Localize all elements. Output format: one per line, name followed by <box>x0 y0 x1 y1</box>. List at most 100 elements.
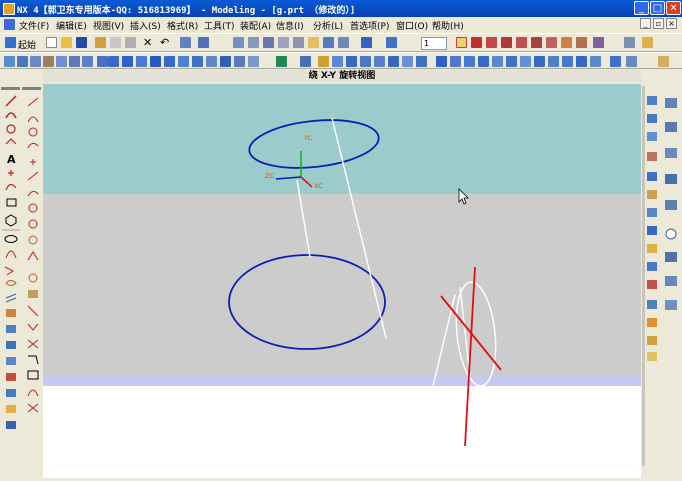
doc-restore-button[interactable]: ▫ <box>653 18 664 29</box>
undo-icon[interactable]: ↶ <box>160 36 169 49</box>
unsuppress-feature-icon[interactable] <box>576 56 587 67</box>
view-front-icon[interactable] <box>4 56 15 67</box>
quadrant-point-icon[interactable] <box>546 37 557 48</box>
end-point-icon[interactable] <box>471 37 482 48</box>
part-navigator-icon[interactable] <box>626 56 637 67</box>
point-icon[interactable] <box>8 170 14 176</box>
project-curve-icon[interactable] <box>6 325 16 333</box>
menu-info[interactable]: 信息(I) <box>276 19 304 32</box>
curve-length-icon[interactable] <box>6 421 16 429</box>
pan-icon[interactable] <box>263 37 274 48</box>
menu-window[interactable]: 窗口(O) <box>396 19 428 32</box>
sketch-project-icon[interactable] <box>28 235 38 245</box>
instance-icon[interactable] <box>436 56 447 67</box>
sketch-spline-icon[interactable] <box>27 142 39 149</box>
expression-icon[interactable] <box>610 56 621 67</box>
sketch-conic-icon[interactable] <box>27 171 39 181</box>
pocket-icon[interactable] <box>234 56 245 67</box>
datum-plane-icon[interactable] <box>276 56 287 67</box>
work-layer-select[interactable]: 1 <box>421 37 447 50</box>
wireframe-icon[interactable] <box>338 37 349 48</box>
cone-icon[interactable] <box>178 56 189 67</box>
sketch-extend-icon[interactable] <box>27 190 39 197</box>
offset-face-icon[interactable] <box>478 56 489 67</box>
menu-view[interactable]: 视图(V) <box>93 19 124 32</box>
existing-point-icon[interactable] <box>561 37 572 48</box>
surface-icon-14[interactable] <box>647 336 657 345</box>
surface-icon-11[interactable] <box>647 280 657 289</box>
view-right-icon[interactable] <box>69 56 80 67</box>
part-navigator-tab-icon[interactable] <box>665 98 677 108</box>
nx-menu-icon[interactable] <box>4 19 15 30</box>
selection-filter-icon[interactable] <box>198 37 209 48</box>
trim-curve-icon[interactable] <box>6 357 16 365</box>
surface-icon-12[interactable] <box>647 300 657 309</box>
polygon-icon[interactable] <box>5 214 17 227</box>
delete-icon[interactable]: ✕ <box>143 36 152 49</box>
process-studio-tab-icon[interactable] <box>665 300 677 310</box>
reuse-library-tab-icon[interactable] <box>665 252 677 262</box>
start-menu-button[interactable]: 起始 <box>18 38 36 51</box>
surface-icon-4[interactable] <box>647 152 657 161</box>
ellipse-icon[interactable] <box>4 235 18 243</box>
perspective-icon[interactable] <box>293 37 304 48</box>
surface-icon-3[interactable] <box>647 132 657 141</box>
sphere-icon[interactable] <box>192 56 203 67</box>
view-trimetric-icon[interactable] <box>97 56 108 67</box>
web-browser-tab-icon[interactable] <box>665 228 677 240</box>
pad-icon[interactable] <box>248 56 259 67</box>
view-left-icon[interactable] <box>56 56 67 67</box>
arc-center-icon[interactable] <box>531 37 542 48</box>
combined-curve-icon[interactable] <box>6 341 16 349</box>
control-point-icon[interactable] <box>501 37 512 48</box>
sketch-rectangle-icon[interactable] <box>27 370 39 380</box>
sketch-point-icon[interactable] <box>30 159 36 165</box>
feature-playback-icon[interactable] <box>548 56 559 67</box>
split-body-icon[interactable] <box>416 56 427 67</box>
new-file-icon[interactable] <box>46 37 57 48</box>
extract-icon[interactable] <box>520 56 531 67</box>
bridge-curve-icon[interactable] <box>6 309 16 317</box>
bottom-circle-curve[interactable] <box>228 254 386 350</box>
measure-icon[interactable] <box>624 37 635 48</box>
more-tools-icon[interactable] <box>658 56 669 67</box>
mid-point-icon[interactable] <box>486 37 497 48</box>
thicken-icon[interactable] <box>506 56 517 67</box>
close-button[interactable]: ✕ <box>666 1 681 15</box>
shell-icon[interactable] <box>332 56 343 67</box>
edge-blend-icon[interactable] <box>300 56 311 67</box>
rotate-icon[interactable] <box>278 37 289 48</box>
roles-tab-icon[interactable] <box>665 148 677 158</box>
sweep-icon[interactable] <box>136 56 147 67</box>
text-icon[interactable]: A <box>7 153 16 166</box>
vertical-axis-line[interactable] <box>464 266 476 447</box>
sketch-chamfer-icon[interactable] <box>28 355 39 365</box>
menu-analysis[interactable]: 分析(L) <box>313 19 343 32</box>
intersection-point-icon[interactable] <box>516 37 527 48</box>
fillet-icon[interactable] <box>5 138 17 145</box>
menu-insert[interactable]: 插入(S) <box>130 19 161 32</box>
surface-icon-9[interactable] <box>647 244 657 253</box>
menu-assembly[interactable]: 装配(A) <box>240 19 271 32</box>
trim-body-icon[interactable] <box>402 56 413 67</box>
doc-minimize-button[interactable]: _ <box>640 18 651 29</box>
sketch-corner-icon[interactable] <box>27 323 39 331</box>
boss-icon[interactable] <box>220 56 231 67</box>
surface-icon-5[interactable] <box>647 172 657 181</box>
minimize-button[interactable]: _ <box>634 1 649 15</box>
chamfer-icon[interactable] <box>318 56 329 67</box>
guide-line-right[interactable] <box>331 117 387 339</box>
diagonal-axis-line[interactable] <box>440 295 502 371</box>
snap-point-icon[interactable] <box>456 37 467 48</box>
surface-icon-1[interactable] <box>647 96 657 105</box>
smooth-curve-icon[interactable] <box>6 405 16 413</box>
sketch-constraint-icon[interactable] <box>28 273 38 283</box>
cut-icon[interactable] <box>95 37 106 48</box>
open-folder-icon[interactable] <box>61 37 72 48</box>
surface-icon-2[interactable] <box>647 114 657 123</box>
block-icon[interactable] <box>150 56 161 67</box>
sketch-offset-icon[interactable] <box>28 203 38 213</box>
sketch-pattern-icon[interactable] <box>27 403 39 413</box>
doc-close-button[interactable]: × <box>666 18 677 29</box>
menu-edit[interactable]: 编辑(E) <box>56 19 87 32</box>
